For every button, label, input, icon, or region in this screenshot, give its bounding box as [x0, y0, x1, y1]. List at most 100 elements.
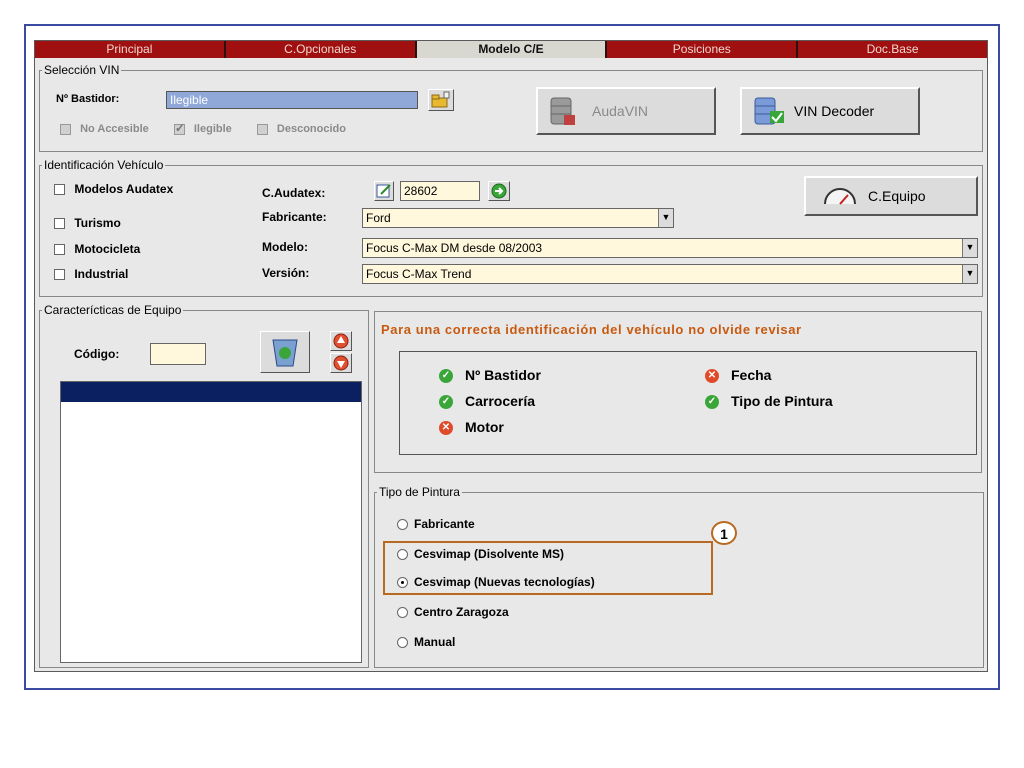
tab-opcionales[interactable]: C.Opcionales — [226, 41, 417, 58]
revision-item-bastidor: ✓ Nº Bastidor — [439, 367, 541, 384]
move-up-button[interactable] — [330, 331, 352, 351]
type-motocicleta[interactable]: Motocicleta — [54, 242, 140, 256]
vehiculo-group: Identificación Vehículo Modelos Audatex … — [39, 158, 983, 297]
modelo-value: Focus C-Max DM desde 08/2003 — [366, 241, 543, 255]
tab-modelo[interactable]: Modelo C/E — [416, 41, 608, 58]
vin-decoder-label: VIN Decoder — [794, 103, 875, 119]
revision-item-fecha: ✕ Fecha — [705, 367, 772, 384]
pintura-group: Tipo de Pintura Fabricante 1 Cesvimap (D… — [374, 485, 984, 668]
version-select[interactable]: Focus C-Max Trend ▼ — [362, 264, 978, 284]
bin-button[interactable] — [260, 331, 310, 373]
motor-check-label: Motor — [465, 419, 504, 435]
codigo-input[interactable] — [150, 343, 206, 365]
go-button[interactable] — [488, 181, 510, 201]
revision-item-motor: ✕ Motor — [439, 419, 504, 436]
list-selected-row[interactable] — [61, 382, 361, 402]
database-decoder-icon — [754, 97, 784, 125]
radio-manual[interactable]: Manual — [397, 635, 455, 649]
version-label: Versión: — [262, 266, 310, 280]
radio-cesvimap-nuevas-dot[interactable] — [397, 577, 408, 589]
caudatex-value: 28602 — [404, 184, 438, 198]
check-icon: ✓ — [439, 395, 453, 410]
bastidor-label: Nº Bastidor: — [56, 93, 120, 105]
vin-status-options: No Accesible Ilegible Desconocido — [60, 121, 346, 135]
radio-manual-dot[interactable] — [397, 637, 408, 649]
cesvimap-nuevas-option-label: Cesvimap (Nuevas tecnologías) — [414, 575, 595, 589]
radio-fabricante[interactable]: Fabricante — [397, 517, 475, 531]
industrial-label: Industrial — [74, 267, 129, 281]
type-turismo[interactable]: Turismo — [54, 216, 121, 230]
cequipo-label: C.Equipo — [868, 188, 926, 204]
checkbox-desconocido[interactable] — [256, 123, 268, 135]
vin-decoder-button[interactable]: VIN Decoder — [740, 87, 920, 135]
pintura-check-label: Tipo de Pintura — [731, 393, 833, 409]
check-icon: ✓ — [705, 395, 719, 410]
fabricante-value: Ford — [366, 211, 391, 225]
modelo-select[interactable]: Focus C-Max DM desde 08/2003 ▼ — [362, 238, 978, 258]
turismo-label: Turismo — [74, 216, 121, 230]
carroceria-check-label: Carrocería — [465, 393, 536, 409]
app-window: Principal C.Opcionales Modelo C/E Posici… — [34, 40, 988, 672]
bastidor-value: Ilegible — [170, 93, 209, 107]
edit-button[interactable] — [374, 181, 394, 201]
motocicleta-label: Motocicleta — [74, 242, 141, 256]
radio-fabricante-dot[interactable] — [397, 519, 408, 531]
manual-option-label: Manual — [414, 635, 456, 649]
database-icon — [550, 97, 575, 125]
type-industrial[interactable]: Industrial — [54, 267, 128, 281]
folder-button[interactable] — [428, 89, 454, 111]
checkbox-modelos-audatex[interactable] — [54, 184, 65, 196]
arrow-down-icon — [333, 355, 349, 371]
fabricante-select[interactable]: Ford ▼ — [362, 208, 674, 228]
caracteristicas-legend: Caracterícticas de Equipo — [42, 303, 184, 317]
version-value: Focus C-Max Trend — [366, 267, 472, 281]
radio-centro-zaragoza-dot[interactable] — [397, 607, 408, 619]
radio-cesvimap-nuevas[interactable]: Cesvimap (Nuevas tecnologías) — [397, 575, 595, 589]
arrow-up-icon — [333, 333, 349, 349]
callout-badge: 1 — [711, 521, 737, 545]
modelos-audatex-label: Modelos Audatex — [74, 182, 174, 196]
modelo-label: Modelo: — [262, 240, 308, 254]
cross-icon: ✕ — [705, 369, 719, 384]
caudatex-label: C.Audatex: — [262, 186, 326, 200]
bastidor-check-label: Nº Bastidor — [465, 367, 541, 383]
chevron-down-icon: ▼ — [658, 209, 673, 227]
tab-bar: Principal C.Opcionales Modelo C/E Posici… — [35, 41, 987, 58]
tab-principal[interactable]: Principal — [35, 41, 226, 58]
checkbox-ilegible[interactable] — [173, 121, 185, 135]
type-modelos-audatex[interactable]: Modelos Audatex — [54, 182, 173, 196]
move-down-button[interactable] — [330, 353, 352, 373]
caudatex-input[interactable]: 28602 — [400, 181, 480, 201]
centro-zaragoza-option-label: Centro Zaragoza — [414, 605, 509, 619]
radio-cesvimap-ms-dot[interactable] — [397, 549, 408, 561]
cequipo-button[interactable]: C.Equipo — [804, 176, 978, 216]
cesvimap-ms-option-label: Cesvimap (Disolvente MS) — [414, 547, 565, 561]
revision-item-carroceria: ✓ Carrocería — [439, 393, 536, 410]
desconocido-label: Desconocido — [276, 123, 346, 135]
chevron-down-icon: ▼ — [962, 239, 977, 257]
check-icon: ✓ — [439, 369, 453, 384]
bastidor-input[interactable]: Ilegible — [166, 91, 418, 109]
pintura-legend: Tipo de Pintura — [377, 485, 462, 499]
codigo-label: Código: — [74, 347, 120, 361]
fabricante-option-label: Fabricante — [414, 517, 475, 531]
vin-group: Selección VIN Nº Bastidor: Ilegible No A… — [39, 63, 983, 152]
checkbox-no-accesible[interactable] — [60, 123, 71, 135]
fecha-check-label: Fecha — [731, 367, 772, 383]
fabricante-label: Fabricante: — [262, 210, 327, 224]
audavin-button[interactable]: AudaVIN — [536, 87, 716, 135]
recycle-bin-icon — [272, 339, 298, 367]
chevron-down-icon: ▼ — [962, 265, 977, 283]
checkbox-industrial[interactable] — [54, 269, 65, 281]
folder-open-icon — [431, 91, 450, 108]
checkbox-motocicleta[interactable] — [54, 244, 65, 256]
equipo-list[interactable] — [60, 381, 362, 663]
radio-centro-zaragoza[interactable]: Centro Zaragoza — [397, 605, 509, 619]
tab-docbase[interactable]: Doc.Base — [798, 41, 987, 58]
tab-posiciones[interactable]: Posiciones — [607, 41, 799, 58]
gauge-icon — [824, 188, 856, 205]
radio-cesvimap-ms[interactable]: Cesvimap (Disolvente MS) — [397, 547, 564, 561]
checkbox-turismo[interactable] — [54, 218, 65, 230]
caracteristicas-group: Caracterícticas de Equipo Código: — [39, 303, 369, 668]
edit-icon — [376, 184, 391, 198]
